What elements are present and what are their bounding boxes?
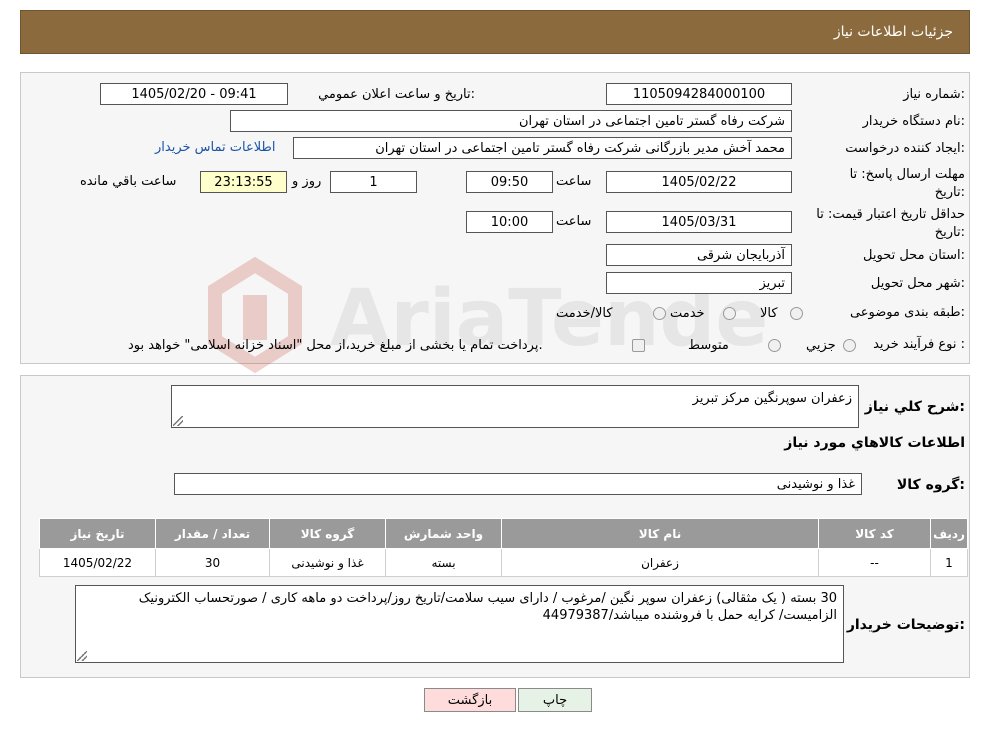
buyer-notes-label: توضیحات خریدار:	[846, 617, 965, 633]
validity-time-label: ساعت	[556, 214, 592, 229]
announce-field: 1405/02/20 - 09:41	[100, 83, 288, 105]
col-item-name: نام کالا	[501, 518, 819, 549]
category-option-goods-service: کالا/خدمت	[556, 306, 613, 321]
category-option-service: خدمت	[670, 306, 705, 321]
category-radio-goods[interactable]	[790, 307, 803, 320]
buyer-notes-field: 30 بسته ( یک مثقالی) زعفران سوپر نگین /م…	[75, 585, 844, 663]
need-desc-field: زعفران سوپرنگین مرکز تبریز	[171, 385, 859, 428]
city-field: تبریز	[606, 272, 792, 294]
table-row: 1 -- زعفران بسته غذا و نوشیدنی 30 1405/0…	[39, 548, 968, 577]
cell-item-name: زعفران	[501, 548, 819, 577]
buyer-org-field: شرکت رفاه گستر تامین اجتماعی در استان ته…	[230, 110, 792, 132]
cell-unit: بسته	[385, 548, 502, 577]
cell-need-date: 1405/02/22	[39, 548, 156, 577]
remaining-label: ساعت باقي مانده	[80, 174, 177, 189]
resize-grip-icon[interactable]	[77, 651, 87, 661]
province-field: آذربایجان شرقی	[606, 244, 792, 266]
process-label: نوع فرآیند خرید :	[873, 337, 965, 352]
col-item-code: کد کالا	[818, 518, 931, 549]
process-checkbox-treasury[interactable]	[632, 339, 645, 352]
goods-group-label: گروه کالا:	[896, 477, 965, 493]
items-table-wrap: ردیف کد کالا نام کالا واحد شمارش گروه کا…	[39, 518, 968, 577]
buyer-org-label: نام دستگاه خریدار:	[862, 114, 965, 129]
process-option-minor: جزیي	[806, 338, 836, 353]
creator-label: ایجاد کننده درخواست:	[845, 141, 965, 156]
col-unit: واحد شمارش	[385, 518, 502, 549]
category-label: طبقه بندی موضوعی:	[849, 305, 965, 320]
process-note: پرداخت تمام یا بخشی از مبلغ خرید،از محل …	[128, 338, 543, 353]
process-option-medium: متوسط	[688, 338, 729, 353]
deadline-label: مهلت ارسال پاسخ: تا	[849, 167, 965, 182]
back-button[interactable]: بازگشت	[424, 688, 516, 712]
need-desc-label: شرح کلي نیاز:	[864, 399, 965, 415]
days-field: 1	[330, 171, 417, 193]
creator-field: محمد آخش مدیر بازرگانی شرکت رفاه گستر تا…	[293, 137, 792, 159]
need-number-field: 1105094284000100	[606, 83, 792, 105]
cell-quantity: 30	[155, 548, 270, 577]
city-label: شهر محل تحویل:	[870, 276, 965, 291]
validity-date-field: 1405/03/31	[606, 211, 792, 233]
cell-row-number: 1	[930, 548, 968, 577]
buyer-contact-link[interactable]: اطلاعات تماس خریدار	[155, 140, 275, 155]
cell-item-group: غذا و نوشیدنی	[269, 548, 386, 577]
need-desc-text: زعفران سوپرنگین مرکز تبریز	[692, 391, 852, 406]
print-button[interactable]: چاپ	[518, 688, 592, 712]
category-radio-goods-service[interactable]	[653, 307, 666, 320]
category-option-goods: کالا	[760, 306, 778, 321]
days-label: روز و	[292, 174, 322, 189]
goods-info-title: اطلاعات کالاهاي مورد نیاز	[784, 435, 965, 451]
deadline-time-field: 09:50	[466, 171, 553, 193]
col-need-date: تاریخ نیاز	[39, 518, 156, 549]
items-table-header: ردیف کد کالا نام کالا واحد شمارش گروه کا…	[39, 518, 968, 549]
province-label: استان محل تحویل:	[863, 248, 965, 263]
deadline-date-field: 1405/02/22	[606, 171, 792, 193]
resize-grip-icon[interactable]	[173, 416, 183, 426]
items-table: ردیف کد کالا نام کالا واحد شمارش گروه کا…	[39, 518, 968, 577]
col-item-group: گروه کالا	[269, 518, 386, 549]
deadline-label-line2: تاریخ:	[934, 185, 965, 200]
cell-item-code: --	[818, 548, 931, 577]
deadline-time-label: ساعت	[556, 174, 592, 189]
remaining-time-field: 23:13:55	[200, 171, 287, 193]
validity-label: حداقل تاریخ اعتبار قیمت: تا	[816, 207, 965, 222]
page-title: جزئیات اطلاعات نیاز	[833, 24, 953, 40]
category-radio-service[interactable]	[723, 307, 736, 320]
need-number-label: شماره نیاز:	[903, 87, 965, 102]
validity-time-field: 10:00	[466, 211, 553, 233]
process-radio-minor[interactable]	[843, 339, 856, 352]
col-row-number: ردیف	[930, 518, 968, 549]
validity-label-line2: تاریخ:	[934, 225, 965, 240]
page-header: جزئیات اطلاعات نیاز	[20, 10, 970, 54]
goods-group-field: غذا و نوشیدنی	[174, 473, 862, 495]
col-quantity: تعداد / مقدار	[155, 518, 270, 549]
process-radio-medium[interactable]	[768, 339, 781, 352]
buyer-notes-text: 30 بسته ( یک مثقالی) زعفران سوپر نگین /م…	[138, 591, 837, 623]
announce-label: تاریخ و ساعت اعلان عمومي:	[318, 87, 475, 102]
